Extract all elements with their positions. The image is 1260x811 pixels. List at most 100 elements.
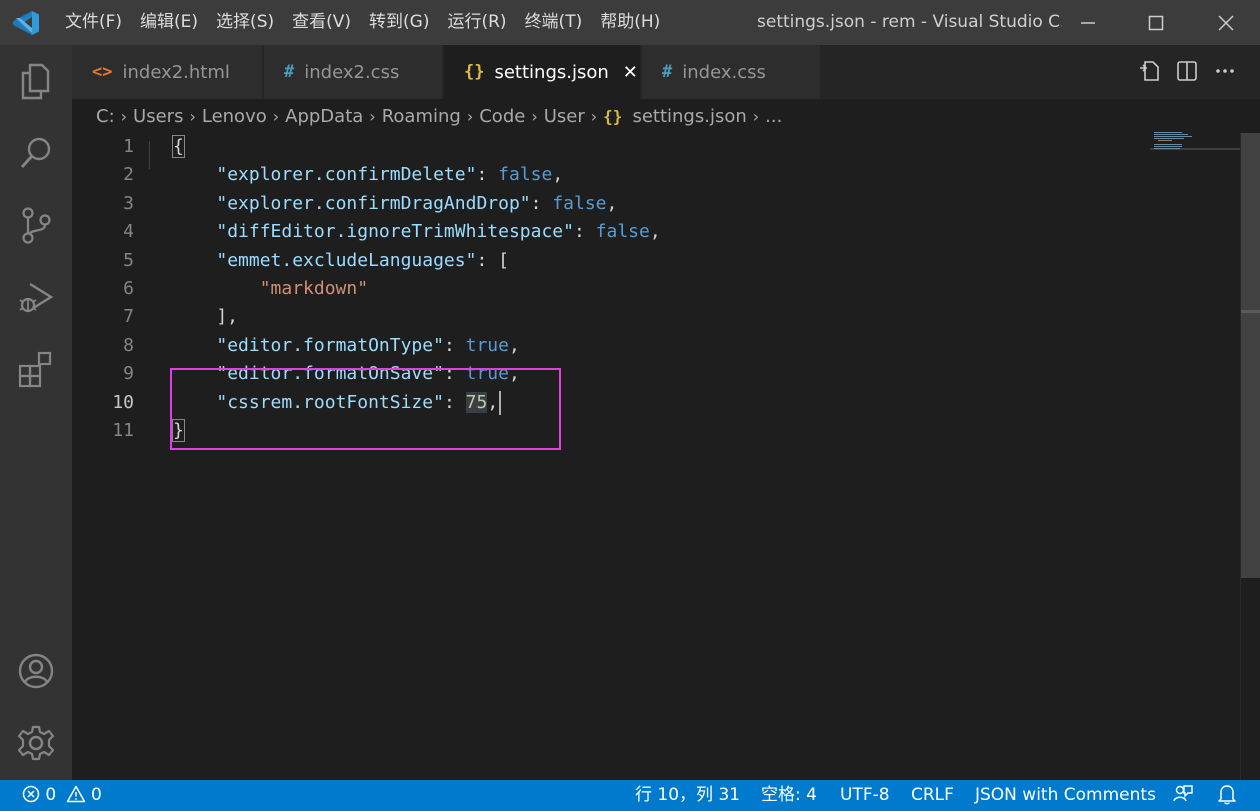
menu-bar: 文件(F) 编辑(E) 选择(S) 查看(V) 转到(G) 运行(R) 终端(T) 帮助(H) bbox=[56, 0, 669, 45]
close-window-button[interactable] bbox=[1192, 0, 1260, 45]
css-file-icon: # bbox=[662, 62, 673, 82]
code-line[interactable]: 8 "editor.formatOnType": true, bbox=[72, 332, 1240, 360]
code-line[interactable]: 4 "diffEditor.ignoreTrimWhitespace": fal… bbox=[72, 218, 1240, 246]
window-title: settings.json - rem - Visual Studio C... bbox=[757, 12, 1062, 32]
breadcrumb-item[interactable]: Roaming bbox=[382, 106, 461, 127]
extensions-button[interactable] bbox=[0, 333, 72, 405]
split-editor-button[interactable] bbox=[1174, 58, 1200, 84]
menu-item-7[interactable]: 帮助(H) bbox=[591, 0, 669, 45]
indentation-setting[interactable]: 空格: 4 bbox=[761, 780, 817, 811]
account-icon bbox=[18, 653, 54, 689]
source-control-button[interactable] bbox=[0, 189, 72, 261]
more-actions-button[interactable] bbox=[1212, 58, 1238, 84]
menu-item-5[interactable]: 运行(R) bbox=[438, 0, 515, 45]
line-ending-setting[interactable]: CRLF bbox=[911, 780, 954, 811]
code-token: "explorer.confirmDragAndDrop" bbox=[216, 192, 531, 214]
source-control-icon bbox=[22, 207, 51, 244]
menu-item-6[interactable]: 终端(T) bbox=[516, 0, 592, 45]
maximize-button[interactable] bbox=[1122, 0, 1190, 45]
code-line[interactable]: 6 "markdown" bbox=[72, 275, 1240, 303]
breadcrumb-item[interactable]: Users bbox=[133, 106, 183, 127]
chevron-right-icon: › bbox=[531, 106, 538, 126]
chevron-right-icon: › bbox=[466, 106, 474, 126]
breadcrumb-file[interactable]: settings.json bbox=[632, 106, 746, 127]
run-debug-button[interactable] bbox=[0, 261, 72, 333]
manage-button[interactable] bbox=[0, 707, 72, 779]
vscode-logo-icon[interactable] bbox=[12, 10, 40, 36]
close-icon bbox=[1218, 14, 1234, 31]
problems-indicator[interactable]: 0 0 bbox=[22, 780, 102, 811]
tab-settings-json[interactable]: {} settings.json ✕ bbox=[444, 45, 641, 99]
maximize-icon bbox=[1148, 15, 1164, 30]
search-button[interactable] bbox=[0, 117, 72, 189]
code-text: "emmet.excludeLanguages": [ bbox=[173, 247, 509, 275]
language-mode[interactable]: JSON with Comments bbox=[975, 780, 1156, 811]
scrollbar-thumb[interactable] bbox=[1241, 133, 1260, 578]
breadcrumb-item[interactable]: User bbox=[544, 106, 585, 127]
tab-index-css[interactable]: # index.css bbox=[642, 45, 821, 99]
tab-label: settings.json bbox=[494, 61, 609, 83]
accounts-button[interactable] bbox=[0, 635, 72, 707]
annotation-highlight-box bbox=[170, 368, 561, 450]
more-icon bbox=[1216, 69, 1234, 73]
code-token: false bbox=[498, 164, 553, 186]
code-token: "diffEditor.ignoreTrimWhitespace" bbox=[216, 221, 574, 243]
menu-item-4[interactable]: 转到(G) bbox=[360, 0, 438, 45]
code-line[interactable]: 1{ bbox=[72, 133, 1240, 161]
menu-item-3[interactable]: 查看(V) bbox=[283, 0, 360, 45]
code-line[interactable]: 5 "emmet.excludeLanguages": [ bbox=[72, 247, 1240, 275]
vertical-scrollbar[interactable] bbox=[1240, 133, 1260, 780]
gear-icon bbox=[17, 725, 55, 761]
menu-item-2[interactable]: 选择(S) bbox=[207, 0, 283, 45]
code-editor[interactable]: 1{2 "explorer.confirmDelete": false, 3 "e… bbox=[72, 133, 1240, 780]
code-token: , bbox=[649, 221, 661, 243]
minimize-button[interactable] bbox=[1054, 0, 1122, 45]
line-number: 7 bbox=[123, 306, 134, 328]
notifications-button[interactable] bbox=[1217, 780, 1237, 811]
json-file-icon: {} bbox=[603, 106, 623, 126]
code-token: : [ bbox=[476, 249, 509, 271]
code-line[interactable]: 7 ], bbox=[72, 303, 1240, 331]
split-editor-icon bbox=[1177, 61, 1197, 81]
chevron-right-icon: › bbox=[590, 106, 598, 126]
tab-index2-css[interactable]: # index2.css bbox=[264, 45, 443, 99]
tab-close-button[interactable]: ✕ bbox=[623, 62, 638, 83]
minimap[interactable] bbox=[1150, 130, 1240, 154]
line-number: 8 bbox=[123, 334, 134, 356]
cursor-position[interactable]: 行 10，列 31 bbox=[635, 780, 740, 811]
line-number: 4 bbox=[123, 221, 134, 243]
open-settings-ui-button[interactable] bbox=[1136, 58, 1162, 84]
code-line[interactable]: 3 "explorer.confirmDragAndDrop": false, bbox=[72, 190, 1240, 218]
breadcrumb-item[interactable]: AppData bbox=[285, 106, 363, 127]
warning-count: 0 bbox=[91, 785, 102, 805]
code-token: , bbox=[552, 164, 564, 186]
feedback-button[interactable] bbox=[1172, 780, 1194, 811]
status-bar: 0 0 行 10，列 31 空格: 4 UTF-8 CRLF JSON with… bbox=[0, 780, 1260, 811]
explorer-button[interactable] bbox=[0, 45, 72, 117]
menu-item-1[interactable]: 编辑(E) bbox=[131, 0, 207, 45]
menu-item-0[interactable]: 文件(F) bbox=[56, 0, 131, 45]
tab-index2-html[interactable]: <> index2.html bbox=[72, 45, 263, 99]
tab-label: index2.html bbox=[122, 61, 230, 83]
tab-label: index2.css bbox=[304, 61, 400, 83]
breadcrumb-more[interactable]: ... bbox=[765, 106, 782, 127]
code-token: : bbox=[573, 221, 596, 243]
extensions-icon bbox=[18, 351, 52, 388]
run-debug-icon bbox=[19, 282, 54, 313]
tab-label: index.css bbox=[682, 61, 766, 83]
breadcrumb-item[interactable]: Code bbox=[479, 106, 525, 127]
indent-guide bbox=[149, 141, 150, 169]
html-file-icon: <> bbox=[92, 62, 113, 82]
code-line[interactable]: 2 "explorer.confirmDelete": false, bbox=[72, 161, 1240, 189]
code-token: "markdown" bbox=[259, 278, 369, 299]
encoding-setting[interactable]: UTF-8 bbox=[840, 780, 890, 811]
code-text: "markdown" bbox=[173, 275, 368, 303]
code-text: "explorer.confirmDragAndDrop": false, bbox=[173, 190, 617, 218]
breadcrumb-item[interactable]: Lenovo bbox=[202, 106, 267, 127]
search-icon bbox=[20, 137, 51, 168]
line-number: 1 bbox=[123, 136, 134, 157]
minimize-icon bbox=[1081, 21, 1095, 24]
breadcrumb-item[interactable]: C: bbox=[96, 106, 115, 127]
